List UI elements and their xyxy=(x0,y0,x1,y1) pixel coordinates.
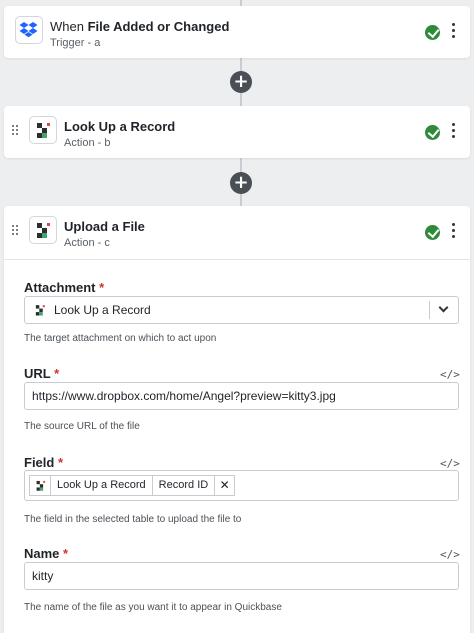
required-marker: * xyxy=(99,280,105,295)
step-subtitle: Trigger - a xyxy=(50,37,101,49)
upload-step-card[interactable]: Upload a File Action - c Attachment * Lo… xyxy=(4,206,470,633)
code-toggle-icon[interactable]: </> xyxy=(440,368,460,381)
name-help: The name of the file as you want it to a… xyxy=(24,602,282,613)
field-label: Field * xyxy=(24,455,63,470)
chevron-down-icon[interactable] xyxy=(438,302,449,313)
attachment-label: Attachment * xyxy=(24,280,104,295)
url-input[interactable]: https://www.dropbox.com/home/Angel?previ… xyxy=(24,382,459,410)
more-options-icon[interactable] xyxy=(452,223,456,239)
check-circle-icon xyxy=(425,25,440,40)
step-subtitle: Action - b xyxy=(64,137,111,149)
select-separator xyxy=(429,301,430,319)
required-marker: * xyxy=(54,366,60,381)
trigger-step-card[interactable]: When File Added or Changed Trigger - a xyxy=(4,6,470,58)
step-title-text: Look Up a Record xyxy=(64,119,176,134)
step-header[interactable]: Look Up a Record Action - b xyxy=(4,106,470,158)
drag-handle-icon[interactable] xyxy=(12,225,20,237)
check-circle-icon xyxy=(425,225,440,240)
step-title: Upload a File xyxy=(64,219,145,234)
quickbase-icon xyxy=(29,116,57,144)
quickbase-icon xyxy=(29,475,51,496)
attachment-select-value: Look Up a Record xyxy=(54,303,151,317)
more-options-icon[interactable] xyxy=(452,123,456,139)
quickbase-icon xyxy=(35,305,45,316)
token-chip-field[interactable]: Record ID xyxy=(151,475,216,496)
required-marker: * xyxy=(63,546,69,561)
name-input-value: kitty xyxy=(32,569,54,583)
divider xyxy=(4,259,470,260)
field-label-text: Field xyxy=(24,455,55,470)
name-label-text: Name xyxy=(24,546,60,561)
attachment-help: The target attachment on which to act up… xyxy=(24,333,217,344)
name-input[interactable]: kitty xyxy=(24,562,459,590)
add-step-button[interactable]: + xyxy=(230,71,252,93)
step-title-prefix: When xyxy=(50,19,88,34)
step-title-text: File Added or Changed xyxy=(87,19,230,34)
code-toggle-icon[interactable]: </> xyxy=(440,457,460,470)
name-label: Name * xyxy=(24,546,68,561)
more-options-icon[interactable] xyxy=(452,23,456,39)
add-step-button[interactable]: + xyxy=(230,172,252,194)
url-input-value: https://www.dropbox.com/home/Angel?previ… xyxy=(32,389,336,403)
quickbase-icon xyxy=(29,216,57,244)
field-help: The field in the selected table to uploa… xyxy=(24,514,242,525)
url-label-text: URL xyxy=(24,366,51,381)
attachment-select[interactable]: Look Up a Record xyxy=(24,296,459,324)
lookup-step-card[interactable]: Look Up a Record Action - b xyxy=(4,106,470,158)
code-toggle-icon[interactable]: </> xyxy=(440,548,460,561)
required-marker: * xyxy=(57,455,64,470)
token-chip-group: Look Up a Record Record ID ✕ xyxy=(29,475,236,496)
url-label: URL * xyxy=(24,366,59,381)
close-icon[interactable]: ✕ xyxy=(214,475,236,496)
step-title: Look Up a Record xyxy=(64,119,175,134)
step-title-text: Upload a File xyxy=(64,219,145,234)
dropbox-icon xyxy=(15,16,43,44)
check-circle-icon xyxy=(425,125,440,140)
attachment-label-text: Attachment xyxy=(24,280,96,295)
step-header[interactable]: When File Added or Changed Trigger - a xyxy=(4,6,470,58)
token-chip-step[interactable]: Look Up a Record xyxy=(50,475,153,496)
url-help: The source URL of the file xyxy=(24,421,140,432)
step-header[interactable]: Upload a File Action - c xyxy=(4,206,470,258)
step-subtitle: Action - c xyxy=(64,237,110,249)
drag-handle-icon[interactable] xyxy=(12,125,20,137)
step-title: When File Added or Changed xyxy=(50,19,229,34)
field-token-input[interactable]: Look Up a Record Record ID ✕ xyxy=(24,470,459,501)
